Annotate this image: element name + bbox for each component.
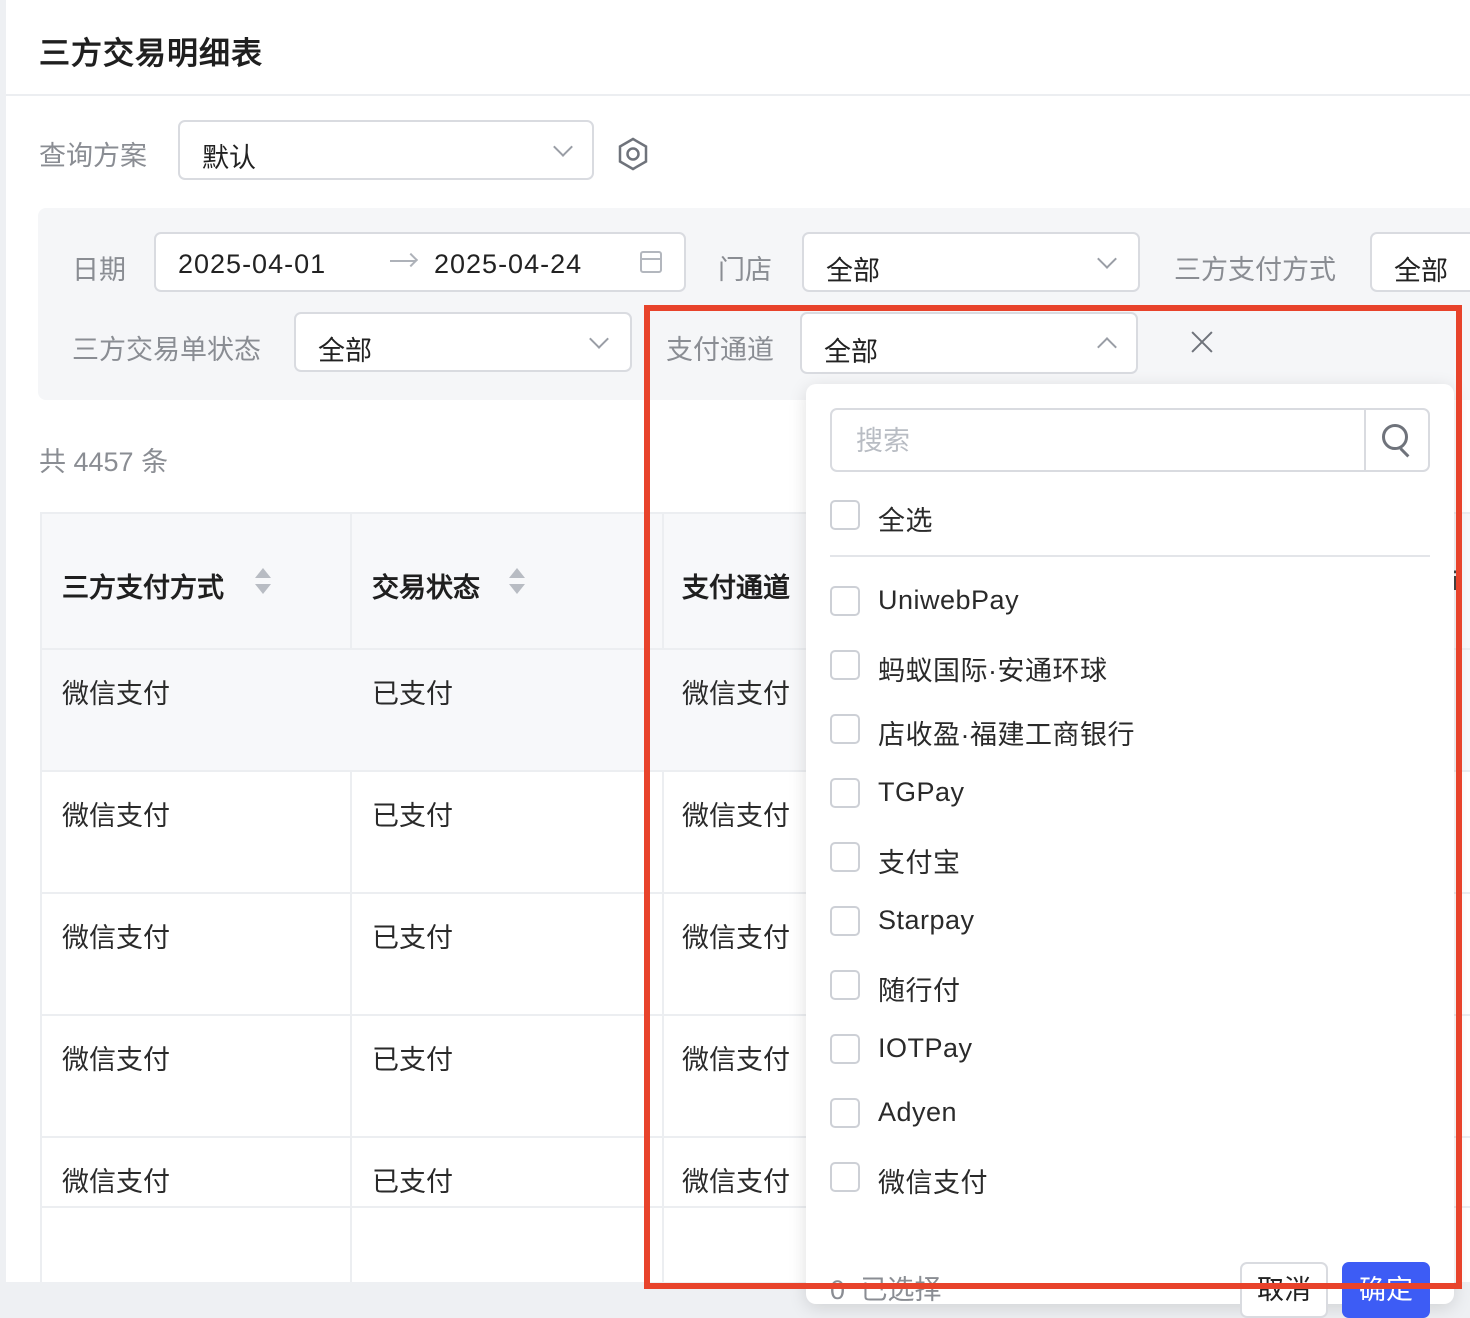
option-checkbox[interactable] [830,714,860,744]
option-label: UniwebPay [878,585,1020,615]
option-checkbox[interactable] [830,778,860,808]
selected-count: 0 已选择 [830,1268,942,1307]
cell-channel: 微信支付 [682,801,790,831]
query-plan-label: 查询方案 [39,141,147,171]
cell-status: 已支付 [372,801,453,831]
cell-pay-method: 微信支付 [62,1045,170,1075]
option-label: 随行付 [878,976,961,1006]
cell-channel: 微信支付 [682,1045,790,1075]
cell-pay-method: 微信支付 [62,679,170,709]
cell-channel: 微信支付 [682,1167,790,1197]
chevron-down-icon [589,329,609,349]
page-title: 三方交易明细表 [39,36,263,71]
cell-status: 已支付 [372,923,453,953]
pay-method-value: 全部 [1394,256,1448,286]
pay-channel-value: 全部 [824,337,878,367]
option-checkbox[interactable] [830,650,860,680]
option-checkbox[interactable] [830,1162,860,1192]
pay-channel-select[interactable]: 全部 [800,312,1138,374]
date-start[interactable]: 2025-04-01 [178,249,326,280]
selected-count-number: 0 [830,1275,846,1305]
store-select[interactable]: 全部 [802,232,1140,292]
option-checkbox[interactable] [830,1098,860,1128]
dropdown-divider [830,555,1430,557]
option-label: TGPay [878,777,965,807]
close-icon[interactable] [1190,330,1214,354]
pay-channel-label: 支付通道 [666,335,774,365]
option-checkbox[interactable] [830,586,860,616]
chevron-down-icon [553,137,573,157]
order-status-select[interactable]: 全部 [294,312,632,372]
title-bar: 三方交易明细表 [6,0,1470,96]
calendar-icon [640,251,662,273]
option-checkbox[interactable] [830,842,860,872]
option-checkbox[interactable] [830,970,860,1000]
pay-method-label: 三方支付方式 [1174,255,1336,285]
column-header-channel[interactable]: 支付通道 [682,566,790,605]
option-label: Starpay [878,905,975,935]
date-end[interactable]: 2025-04-24 [434,249,582,280]
date-label: 日期 [72,255,126,285]
sort-icon[interactable] [254,568,272,598]
cell-status: 已支付 [372,1167,453,1197]
pay-method-select[interactable]: 全部 [1370,232,1470,292]
selected-count-suffix: 已选择 [860,1275,942,1305]
option-label: 店收盈·福建工商银行 [878,720,1135,750]
chevron-down-icon [1097,249,1117,269]
column-header-pay-method[interactable]: 三方支付方式 [62,566,224,605]
cell-pay-method: 微信支付 [62,801,170,831]
filter-panel: 日期 2025-04-01 2025-04-24 门店 全部 三方支付方式 全部… [38,208,1470,400]
cell-channel: 微信支付 [682,679,790,709]
column-header-status[interactable]: 交易状态 [372,566,480,605]
arrow-right-icon [390,260,416,262]
option-label: Adyen [878,1097,958,1127]
cell-status: 已支付 [372,1045,453,1075]
option-label: IOTPay [878,1033,973,1063]
order-status-value: 全部 [318,336,372,366]
option-label: 蚂蚁国际·安通环球 [878,656,1108,686]
cell-status: 已支付 [372,679,453,709]
select-all-label: 全选 [878,506,933,536]
cell-channel: 微信支付 [682,923,790,953]
option-checkbox[interactable] [830,1034,860,1064]
option-label: 支付宝 [878,848,961,878]
option-label: 微信支付 [878,1168,988,1198]
search-icon [1382,424,1408,450]
cell-pay-method: 微信支付 [62,923,170,953]
select-all-checkbox[interactable] [830,500,860,530]
store-value: 全部 [826,256,880,286]
cancel-button[interactable]: 取消 [1240,1262,1328,1318]
total-count: 共 4457 条 [39,447,169,477]
pay-channel-dropdown: 全选 UniwebPay 蚂蚁国际·安通环球 店收盈·福建工商银行 TGPay … [806,384,1454,1318]
dropdown-search [830,408,1430,472]
search-button[interactable] [1364,410,1428,470]
query-plan-value: 默认 [202,143,256,173]
option-checkbox[interactable] [830,906,860,936]
confirm-button[interactable]: 确定 [1342,1262,1430,1318]
chevron-up-icon [1097,337,1117,357]
settings-icon[interactable] [616,137,650,171]
date-range-picker[interactable]: 2025-04-01 2025-04-24 [154,232,686,292]
order-status-label: 三方交易单状态 [72,335,261,365]
query-plan-select[interactable]: 默认 [178,120,594,180]
cell-pay-method: 微信支付 [62,1167,170,1197]
dropdown-search-input[interactable] [854,424,1338,458]
sort-icon[interactable] [508,568,526,598]
store-label: 门店 [718,255,772,285]
